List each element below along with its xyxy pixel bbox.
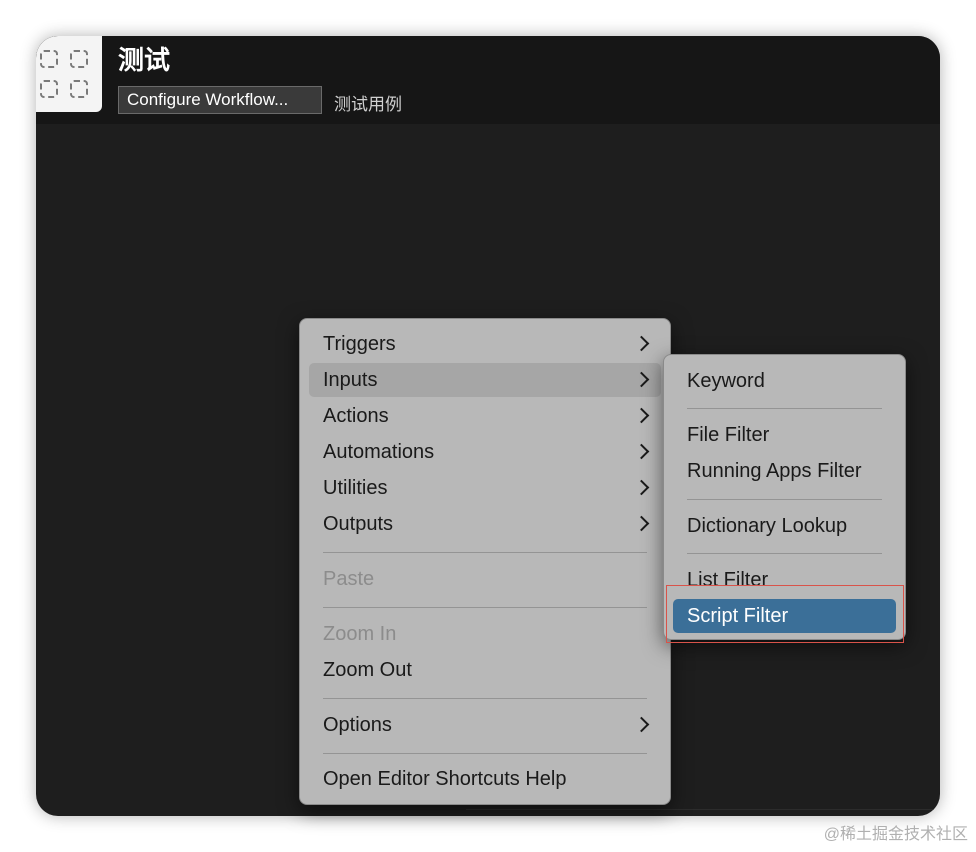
menu-item-label: Outputs: [323, 513, 394, 535]
menu-item-label: Keyword: [687, 370, 765, 392]
watermark-text: @稀土掘金技术社区: [823, 826, 968, 843]
chevron-right-icon: [633, 515, 650, 532]
submenu-item-file-filter[interactable]: File Filter: [673, 418, 896, 452]
workflow-title: 测试: [118, 45, 171, 75]
annotation-highlight-box: [666, 585, 904, 643]
chevron-right-icon: [633, 335, 650, 352]
chevron-right-icon: [633, 479, 650, 496]
menu-item-label: Zoom Out: [323, 659, 412, 681]
chevron-right-icon: [633, 443, 650, 460]
menu-item-label: Options: [323, 714, 392, 736]
menu-item-label: Triggers: [323, 333, 396, 355]
submenu-item-running-apps-filter[interactable]: Running Apps Filter: [673, 454, 896, 488]
menu-item-utilities[interactable]: Utilities: [309, 471, 661, 505]
menu-item-shortcuts-help[interactable]: Open Editor Shortcuts Help: [309, 762, 661, 796]
menu-item-zoom-in[interactable]: Zoom In: [309, 617, 661, 651]
menu-item-paste[interactable]: Paste: [309, 562, 661, 596]
canvas-bottom-edge: [466, 809, 940, 816]
menu-item-label: Running Apps Filter: [687, 460, 862, 482]
menu-item-label: Utilities: [323, 477, 388, 499]
canvas-context-menu: Triggers Inputs Actions Automations Util…: [299, 318, 671, 805]
workflow-header: 测试 Configure Workflow... 测试用例: [36, 36, 940, 124]
menu-item-label: Zoom In: [323, 623, 397, 645]
menu-item-automations[interactable]: Automations: [309, 435, 661, 469]
chevron-right-icon: [633, 371, 650, 388]
menu-separator: [323, 753, 647, 754]
menu-separator: [687, 553, 882, 554]
menu-item-outputs[interactable]: Outputs: [309, 507, 661, 541]
chevron-right-icon: [633, 716, 650, 733]
menu-item-zoom-out[interactable]: Zoom Out: [309, 653, 661, 687]
menu-separator: [323, 607, 647, 608]
menu-item-label: Paste: [323, 568, 375, 590]
submenu-item-keyword[interactable]: Keyword: [673, 364, 896, 398]
menu-item-triggers[interactable]: Triggers: [309, 327, 661, 361]
menu-item-inputs[interactable]: Inputs: [309, 363, 661, 397]
menu-item-label: File Filter: [687, 424, 770, 446]
chevron-right-icon: [633, 407, 650, 424]
menu-item-label: Open Editor Shortcuts Help: [323, 768, 567, 790]
menu-item-actions[interactable]: Actions: [309, 399, 661, 433]
menu-separator: [323, 552, 647, 553]
menu-separator: [687, 499, 882, 500]
menu-separator: [323, 698, 647, 699]
submenu-item-dictionary-lookup[interactable]: Dictionary Lookup: [673, 509, 896, 543]
menu-item-label: Inputs: [323, 369, 378, 391]
menu-item-label: Dictionary Lookup: [687, 515, 848, 537]
workflow-placeholder-icon[interactable]: [36, 36, 102, 112]
workflow-description: 测试用例: [334, 95, 402, 114]
menu-separator: [687, 408, 882, 409]
menu-item-label: Actions: [323, 405, 389, 427]
configure-workflow-button[interactable]: Configure Workflow...: [118, 86, 322, 114]
menu-item-label: Automations: [323, 441, 435, 463]
menu-item-options[interactable]: Options: [309, 708, 661, 742]
